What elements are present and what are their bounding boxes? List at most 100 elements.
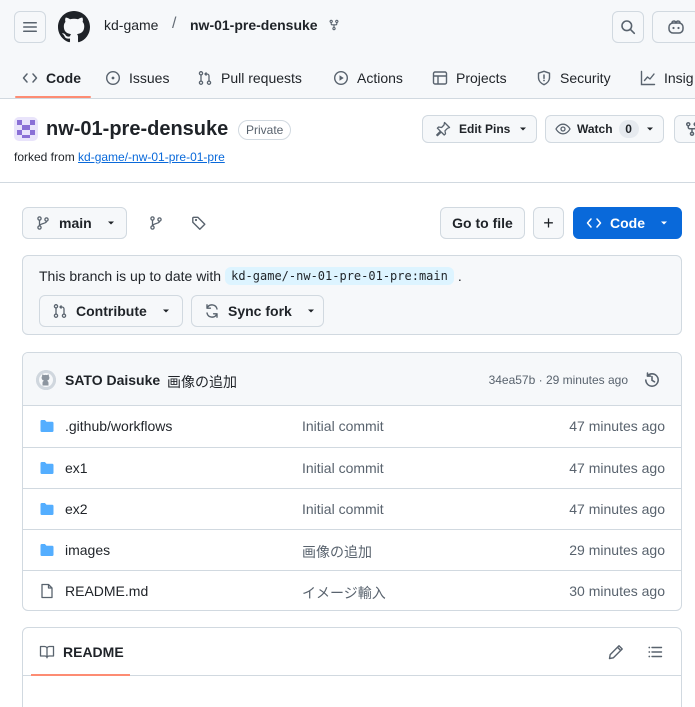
edit-pins-label: Edit Pins — [459, 122, 511, 136]
chevron-down-icon — [107, 221, 114, 225]
repo-owner-avatar[interactable] — [14, 117, 38, 141]
table-row[interactable]: ex2 Initial commit 47 minutes ago — [23, 488, 681, 529]
git-branch-icon — [150, 216, 162, 230]
table-row[interactable]: images 画像の追加 29 minutes ago — [23, 529, 681, 570]
tab-security-label: Security — [560, 69, 611, 86]
tab-insights-label: Insig — [664, 69, 694, 86]
tab-code[interactable]: Code — [22, 56, 81, 99]
file-age: 47 minutes ago — [569, 418, 665, 434]
code-dropdown-button[interactable]: Code — [573, 207, 682, 239]
tab-issues[interactable]: Issues — [105, 56, 169, 99]
tab-pull-requests[interactable]: Pull requests — [197, 56, 302, 99]
tab-actions[interactable]: Actions — [333, 56, 403, 99]
file-table: SATO Daisuke 画像の追加 34ea57b · 29 minutes … — [22, 352, 682, 611]
issue-icon — [105, 70, 121, 85]
chevron-down-icon — [661, 221, 667, 225]
file-name[interactable]: ex2 — [65, 501, 88, 517]
table-row[interactable]: README.md イメージ輸入 30 minutes ago — [23, 570, 681, 610]
file-age: 30 minutes ago — [569, 583, 665, 599]
folder-icon — [39, 460, 55, 476]
chevron-down-icon — [307, 309, 314, 313]
go-to-file-button[interactable]: Go to file — [440, 207, 525, 239]
file-age: 47 minutes ago — [569, 501, 665, 517]
file-commit-message[interactable]: Initial commit — [302, 460, 384, 476]
file-commit-message[interactable]: 画像の追加 — [302, 542, 372, 562]
fork-button[interactable] — [674, 115, 695, 143]
search-button[interactable] — [612, 11, 644, 43]
watch-button[interactable]: Watch 0 — [545, 115, 664, 143]
chevron-down-icon — [162, 309, 169, 313]
branches-button[interactable] — [144, 211, 168, 235]
fork-status-text: This branch is up to date with kd-game/-… — [39, 267, 462, 285]
readme-header: README — [23, 628, 681, 676]
tab-projects[interactable]: Projects — [432, 56, 507, 99]
tab-actions-label: Actions — [357, 69, 403, 86]
go-to-file-label: Go to file — [452, 215, 513, 231]
readme-panel: README — [22, 627, 682, 707]
breadcrumb-owner[interactable]: kd-game — [104, 17, 158, 33]
app-header: kd-game / nw-01-pre-densuke Code Issues — [0, 0, 695, 99]
active-tab-indicator — [31, 674, 130, 676]
file-name[interactable]: images — [65, 542, 110, 558]
table-row[interactable]: .github/workflows Initial commit 47 minu… — [23, 406, 681, 447]
file-name[interactable]: .github/workflows — [65, 418, 172, 434]
pin-icon — [436, 121, 451, 137]
book-icon — [39, 645, 55, 659]
pencil-icon[interactable] — [608, 644, 624, 660]
fork-icon — [328, 19, 340, 31]
branch-select-button[interactable]: main — [22, 207, 127, 239]
eye-icon — [555, 123, 571, 135]
edit-pins-button[interactable]: Edit Pins — [422, 115, 537, 143]
file-commit-message[interactable]: Initial commit — [302, 418, 384, 434]
avatar[interactable] — [36, 370, 56, 390]
plus-icon: + — [543, 212, 554, 233]
file-age: 47 minutes ago — [569, 460, 665, 476]
tab-insights[interactable]: Insig — [640, 56, 694, 99]
breadcrumb-repo[interactable]: nw-01-pre-densuke — [190, 17, 318, 33]
file-commit-message[interactable]: Initial commit — [302, 501, 384, 517]
fork-status-message: This branch is up to date with — [39, 268, 222, 284]
file-name[interactable]: README.md — [65, 583, 148, 599]
github-logo-icon[interactable] — [58, 11, 90, 43]
table-row[interactable]: ex1 Initial commit 47 minutes ago — [23, 447, 681, 488]
list-icon[interactable] — [647, 644, 663, 660]
pull-request-icon — [198, 70, 212, 85]
menu-button[interactable] — [14, 11, 46, 43]
file-commit-message[interactable]: イメージ輸入 — [302, 583, 386, 603]
pull-request-icon — [53, 304, 67, 318]
sync-fork-button[interactable]: Sync fork — [191, 295, 324, 327]
code-icon — [22, 72, 38, 83]
forked-from-label: forked from — [14, 150, 75, 164]
search-icon — [621, 20, 636, 35]
latest-commit-bar: SATO Daisuke 画像の追加 34ea57b · 29 minutes … — [23, 353, 681, 406]
shield-icon — [537, 70, 551, 85]
repo-name[interactable]: nw-01-pre-densuke — [46, 118, 228, 141]
watch-count: 0 — [618, 120, 639, 138]
fork-icon — [686, 122, 695, 136]
commit-message[interactable]: 画像の追加 — [167, 372, 237, 392]
commit-author[interactable]: SATO Daisuke — [65, 372, 160, 388]
add-file-button[interactable]: + — [533, 207, 564, 239]
play-icon — [333, 70, 349, 85]
chevron-down-icon — [520, 127, 527, 131]
forked-source-link[interactable]: kd-game/-nw-01-pre-01-pre — [78, 150, 225, 164]
history-icon[interactable] — [643, 371, 661, 389]
contribute-button[interactable]: Contribute — [39, 295, 183, 327]
code-label: Code — [610, 215, 645, 231]
folder-icon — [39, 418, 55, 434]
graph-icon — [640, 70, 656, 85]
table-icon — [432, 70, 448, 85]
hamburger-icon — [23, 22, 37, 32]
readme-title: README — [63, 644, 124, 660]
code-icon — [586, 218, 602, 228]
tab-projects-label: Projects — [456, 69, 507, 86]
commit-meta[interactable]: 34ea57b · 29 minutes ago — [489, 373, 628, 387]
copilot-button[interactable] — [652, 11, 695, 43]
tags-button[interactable] — [187, 211, 211, 235]
folder-icon — [39, 542, 55, 558]
tab-security[interactable]: Security — [536, 56, 611, 99]
readme-tab[interactable]: README — [39, 644, 124, 660]
file-name[interactable]: ex1 — [65, 460, 88, 476]
watch-label: Watch — [577, 122, 613, 136]
upstream-ref[interactable]: kd-game/-nw-01-pre-01-pre:main — [225, 267, 454, 285]
